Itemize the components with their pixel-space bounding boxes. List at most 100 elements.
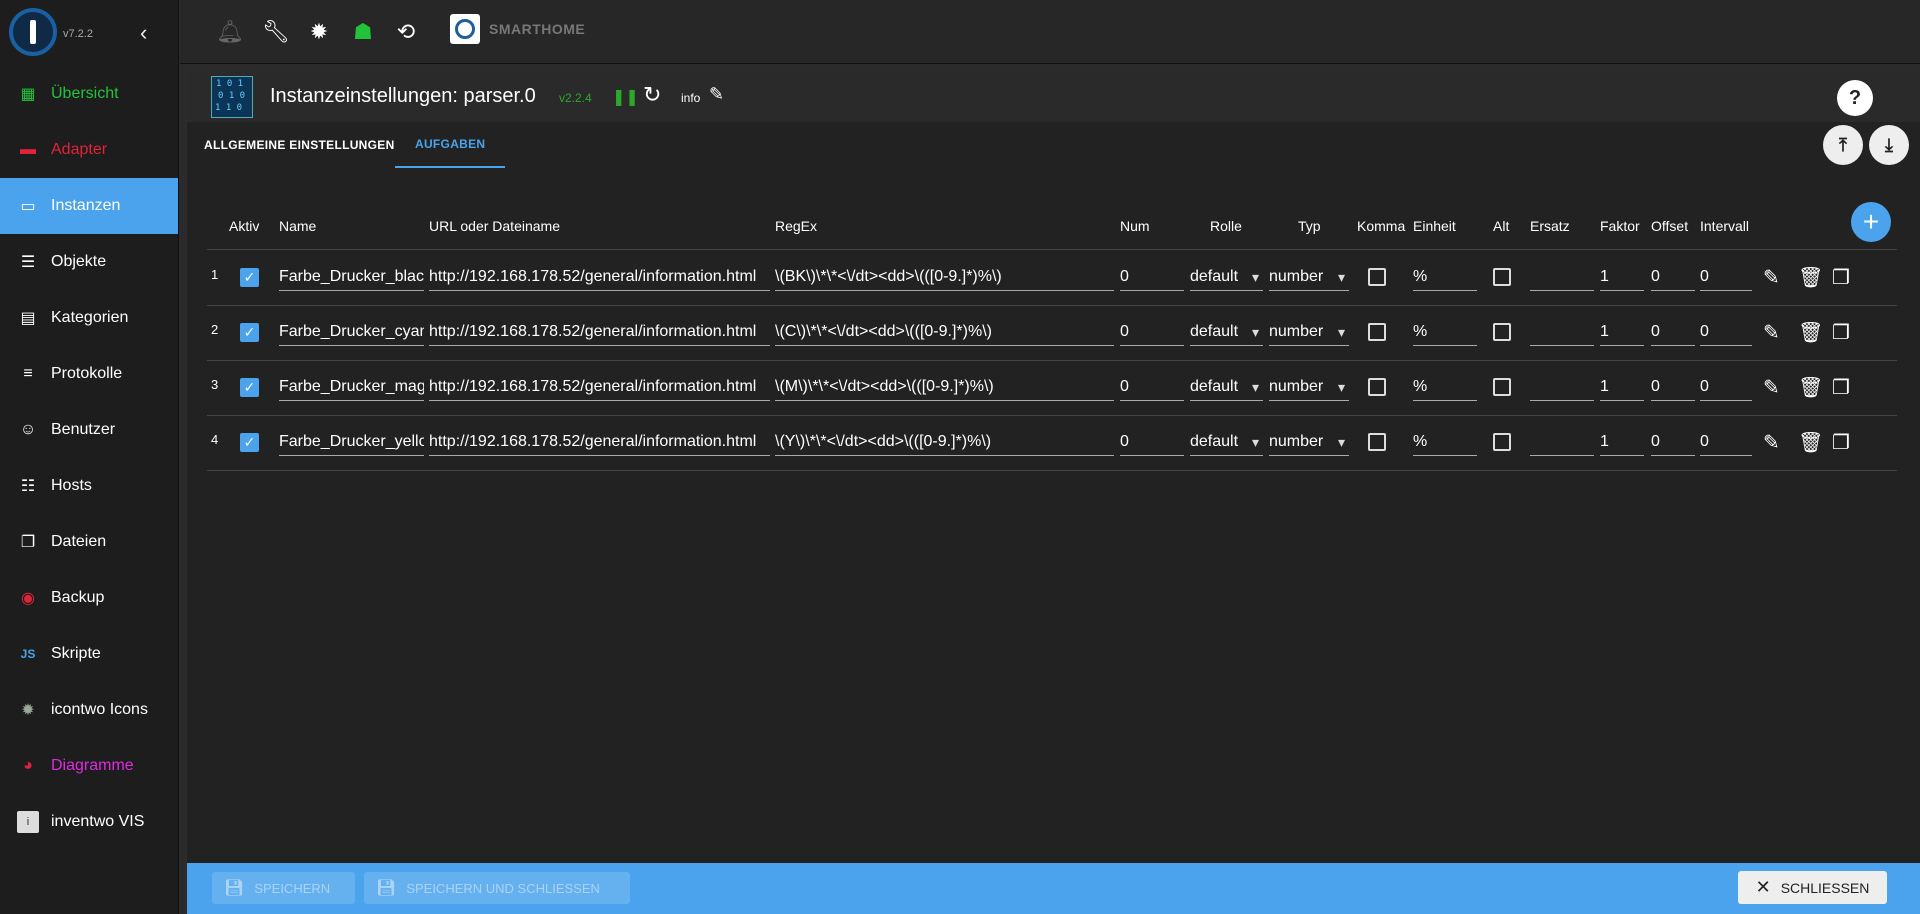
refresh-disabled-icon[interactable]: ⟲ — [392, 18, 420, 46]
type-select[interactable]: number — [1269, 318, 1349, 346]
sidebar-item-uebersicht[interactable]: ▦ Übersicht — [0, 66, 178, 122]
copy-icon[interactable]: ❐ — [1832, 320, 1850, 345]
edit-icon[interactable]: ✎ — [1763, 375, 1780, 400]
copy-icon[interactable]: ❐ — [1832, 375, 1850, 400]
name-input[interactable]: Farbe_Drucker_yellow — [279, 428, 424, 456]
help-button[interactable]: ? — [1837, 80, 1873, 116]
interval-input[interactable]: 0 — [1700, 373, 1752, 401]
sidebar-item-hosts[interactable]: ☷ Hosts — [0, 458, 178, 514]
name-input[interactable]: Farbe_Drucker_magenta — [279, 373, 424, 401]
type-select[interactable]: number — [1269, 428, 1349, 456]
url-input[interactable]: http://192.168.178.52/general/informatio… — [429, 263, 770, 291]
download-button[interactable]: ⤓ — [1869, 125, 1909, 165]
tab-tasks[interactable]: AUFGABEN — [395, 122, 506, 168]
sidebar-item-diagramme[interactable]: ◕ Diagramme — [0, 738, 178, 794]
factor-input[interactable]: 1 — [1600, 263, 1644, 291]
tab-general-settings[interactable]: ALLGEMEINE EINSTELLUNGEN — [204, 122, 395, 168]
interval-input[interactable]: 0 — [1700, 318, 1752, 346]
sidebar-item-benutzer[interactable]: ☺ Benutzer — [0, 402, 178, 458]
role-select[interactable]: default — [1190, 428, 1263, 456]
role-select[interactable]: default — [1190, 263, 1263, 291]
upload-button[interactable]: ⤒ — [1823, 125, 1863, 165]
factor-input[interactable]: 1 — [1600, 373, 1644, 401]
copy-icon[interactable]: ❐ — [1832, 265, 1850, 290]
regex-input[interactable]: \(BK\)\*\*<\/dt><dd>\(([0-9.]*)%\) — [775, 263, 1114, 291]
alt-checkbox[interactable] — [1493, 378, 1511, 396]
factor-input[interactable]: 1 — [1600, 428, 1644, 456]
name-input[interactable]: Farbe_Drucker_black — [279, 263, 424, 291]
unit-input[interactable]: % — [1413, 263, 1477, 291]
offset-input[interactable]: 0 — [1651, 318, 1695, 346]
theme-toggle-icon[interactable]: ✹ — [305, 18, 333, 46]
name-input[interactable]: Farbe_Drucker_cyan — [279, 318, 424, 346]
sidebar-item-objekte[interactable]: ☰ Objekte — [0, 234, 178, 290]
close-button[interactable]: ✕ SCHLIESSEN — [1738, 871, 1887, 904]
interval-input[interactable]: 0 — [1700, 263, 1752, 291]
sidebar-item-inventwo[interactable]: i inventwo VIS — [0, 794, 178, 850]
comma-checkbox[interactable] — [1368, 268, 1386, 286]
sidebar-item-adapter[interactable]: ▬ Adapter — [0, 122, 178, 178]
alt-checkbox[interactable] — [1493, 268, 1511, 286]
pause-icon[interactable]: ❚❚ — [612, 87, 639, 107]
collapse-sidebar-icon[interactable]: ‹ — [140, 20, 147, 46]
ersatz-input[interactable] — [1530, 318, 1594, 346]
interval-input[interactable]: 0 — [1700, 428, 1752, 456]
delete-icon[interactable]: 🗑︎ — [1798, 320, 1823, 345]
delete-icon[interactable]: 🗑︎ — [1798, 430, 1823, 455]
url-input[interactable]: http://192.168.178.52/general/informatio… — [429, 428, 770, 456]
type-select[interactable]: number — [1269, 263, 1349, 291]
comma-checkbox[interactable] — [1368, 323, 1386, 341]
sidebar-item-skripte[interactable]: JS Skripte — [0, 626, 178, 682]
comma-checkbox[interactable] — [1368, 378, 1386, 396]
num-input[interactable]: 0 — [1120, 428, 1184, 456]
num-input[interactable]: 0 — [1120, 263, 1184, 291]
offset-input[interactable]: 0 — [1651, 428, 1695, 456]
offset-input[interactable]: 0 — [1651, 373, 1695, 401]
alt-checkbox[interactable] — [1493, 433, 1511, 451]
sidebar-item-kategorien[interactable]: ▤ Kategorien — [0, 290, 178, 346]
num-input[interactable]: 0 — [1120, 373, 1184, 401]
role-select[interactable]: default — [1190, 318, 1263, 346]
offset-input[interactable]: 0 — [1651, 263, 1695, 291]
ersatz-input[interactable] — [1530, 263, 1594, 291]
url-input[interactable]: http://192.168.178.52/general/informatio… — [429, 373, 770, 401]
active-checkbox[interactable]: ✓ — [240, 323, 259, 342]
expert-mode-icon[interactable]: ☗ — [349, 18, 377, 46]
sidebar-item-protokolle[interactable]: ≡ Protokolle — [0, 346, 178, 402]
edit-icon[interactable]: ✎ — [1763, 320, 1780, 345]
sidebar-item-backup[interactable]: ◉ Backup — [0, 570, 178, 626]
regex-input[interactable]: \(M\)\*\*<\/dt><dd>\(([0-9.]*)%\) — [775, 373, 1114, 401]
edit-icon[interactable]: ✎ — [1763, 265, 1780, 290]
unit-input[interactable]: % — [1413, 318, 1477, 346]
edit-log-level-icon[interactable]: ✎ — [709, 84, 724, 105]
bell-icon[interactable]: 🔔︎ — [216, 18, 244, 46]
num-input[interactable]: 0 — [1120, 318, 1184, 346]
active-checkbox[interactable]: ✓ — [240, 268, 259, 287]
role-select[interactable]: default — [1190, 373, 1263, 401]
active-checkbox[interactable]: ✓ — [240, 433, 259, 452]
comma-checkbox[interactable] — [1368, 433, 1386, 451]
sidebar-item-icontwo[interactable]: ✹ icontwo Icons — [0, 682, 178, 738]
type-select[interactable]: number — [1269, 373, 1349, 401]
sidebar-item-dateien[interactable]: ❐ Dateien — [0, 514, 178, 570]
url-input[interactable]: http://192.168.178.52/general/informatio… — [429, 318, 770, 346]
factor-input[interactable]: 1 — [1600, 318, 1644, 346]
delete-icon[interactable]: 🗑︎ — [1798, 265, 1823, 290]
alt-checkbox[interactable] — [1493, 323, 1511, 341]
regex-input[interactable]: \(Y\)\*\*<\/dt><dd>\(([0-9.]*)%\) — [775, 428, 1114, 456]
delete-icon[interactable]: 🗑︎ — [1798, 375, 1823, 400]
ersatz-input[interactable] — [1530, 428, 1594, 456]
sidebar-item-instanzen[interactable]: ▭ Instanzen — [0, 178, 178, 234]
save-and-close-button[interactable]: 💾︎ SPEICHERN UND SCHLIESSEN — [364, 872, 630, 904]
ersatz-input[interactable] — [1530, 373, 1594, 401]
reload-icon[interactable]: ↻ — [643, 82, 661, 108]
wrench-icon[interactable]: 🔧︎ — [262, 18, 290, 46]
save-button[interactable]: 💾︎ SPEICHERN — [212, 872, 355, 904]
edit-icon[interactable]: ✎ — [1763, 430, 1780, 455]
regex-input[interactable]: \(C\)\*\*<\/dt><dd>\(([0-9.]*)%\) — [775, 318, 1114, 346]
unit-input[interactable]: % — [1413, 373, 1477, 401]
active-checkbox[interactable]: ✓ — [240, 378, 259, 397]
add-task-button[interactable]: + — [1851, 202, 1891, 242]
copy-icon[interactable]: ❐ — [1832, 430, 1850, 455]
unit-input[interactable]: % — [1413, 428, 1477, 456]
